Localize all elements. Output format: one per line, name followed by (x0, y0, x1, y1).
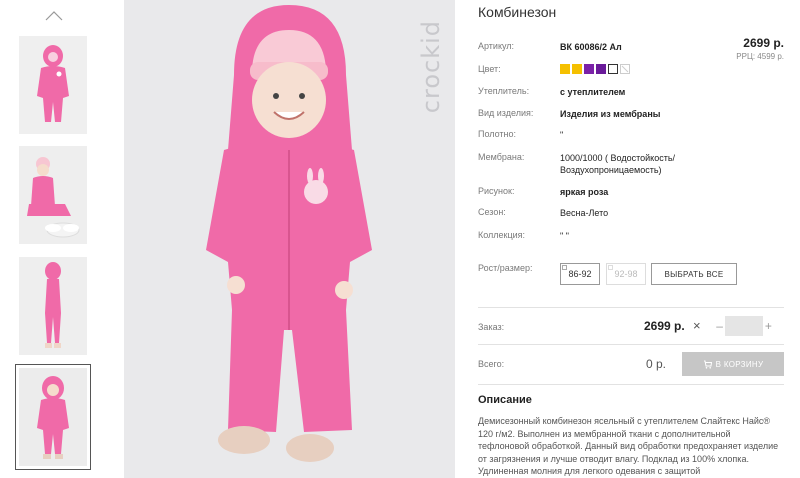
color-swatches (560, 64, 630, 74)
add-to-cart-label: В КОРЗИНУ (715, 359, 764, 369)
child-in-jumpsuit-illustration (124, 0, 455, 478)
brand-watermark: crockid (417, 20, 445, 114)
order-label: Заказ: (478, 322, 505, 332)
divider (478, 307, 784, 308)
attr-value: с утеплителем (560, 87, 626, 97)
attr-label: Утеплитель: (478, 86, 530, 96)
divider (478, 344, 784, 345)
cross-icon (621, 65, 629, 73)
thumbnail-strip (14, 0, 94, 478)
attr-value: Изделия из мембраны (560, 109, 661, 119)
thumbnail-1[interactable] (19, 36, 87, 134)
attr-value: " (560, 130, 564, 140)
attr-label: Вид изделия: (478, 108, 534, 118)
attr-value: ВК 60086/2 Ал (560, 42, 622, 52)
attr-value: 1000/1000 ( Водостойкость/ Воздухопрониц… (560, 153, 676, 175)
thumbnail-4[interactable] (15, 364, 91, 470)
attr-label: Мембрана: (478, 152, 525, 162)
product-title: Комбинезон (478, 4, 557, 20)
color-swatch-yellow-2[interactable] (572, 64, 582, 74)
product-info-panel: Комбинезон 2699 р. РРЦ: 4599 р. Артикул:… (478, 0, 784, 478)
attr-value: Весна-Лето (560, 208, 609, 218)
description-text: Демисезонный комбинезон ясельный с утепл… (478, 416, 779, 476)
thumbnail-3[interactable] (19, 257, 87, 355)
checkbox-icon (562, 265, 567, 270)
cart-icon (703, 360, 712, 369)
total-value: 0 р. (646, 357, 667, 371)
attr-label: Артикул: (478, 41, 515, 51)
checkbox-icon (608, 265, 613, 270)
size-option-label: 86-92 (568, 269, 592, 279)
close-icon[interactable]: × (693, 318, 701, 333)
product-price: 2699 р. (743, 36, 784, 50)
attr-label: Полотно: (478, 129, 517, 139)
attr-value: яркая роза (560, 187, 609, 197)
size-label: Рост/размер: (478, 263, 533, 273)
attr-label: Сезон: (478, 207, 506, 217)
order-price: 2699 р. (644, 319, 685, 333)
color-swatch-disabled (620, 64, 630, 74)
size-option-label: 92-98 (614, 269, 638, 279)
quantity-increment-button[interactable]: + (763, 319, 774, 333)
quantity-decrement-button[interactable]: – (714, 319, 725, 333)
color-swatch-purple-1[interactable] (584, 64, 594, 74)
attr-label: Коллекция: (478, 230, 526, 240)
color-swatch-selected[interactable] (608, 64, 618, 74)
total-label: Всего: (478, 359, 505, 369)
description-heading: Описание (478, 394, 532, 406)
attr-label: Рисунок: (478, 186, 515, 196)
main-product-image[interactable]: crockid (124, 0, 455, 478)
quantity-input[interactable] (725, 316, 763, 336)
add-to-cart-button[interactable]: В КОРЗИНУ (682, 352, 784, 376)
divider (478, 384, 784, 385)
quantity-stepper: – + (714, 316, 774, 336)
color-swatch-yellow-1[interactable] (560, 64, 570, 74)
thumbnail-2[interactable] (19, 146, 87, 244)
chevron-up-icon[interactable] (44, 10, 64, 22)
attr-label: Цвет: (478, 64, 501, 74)
recommended-price: РРЦ: 4599 р. (736, 52, 784, 61)
attr-value: " " (560, 231, 569, 241)
color-swatch-purple-2[interactable] (596, 64, 606, 74)
size-option-92-98: 92-98 (606, 263, 646, 285)
select-all-button[interactable]: ВЫБРАТЬ ВСЕ (651, 263, 737, 285)
size-option-86-92[interactable]: 86-92 (560, 263, 600, 285)
